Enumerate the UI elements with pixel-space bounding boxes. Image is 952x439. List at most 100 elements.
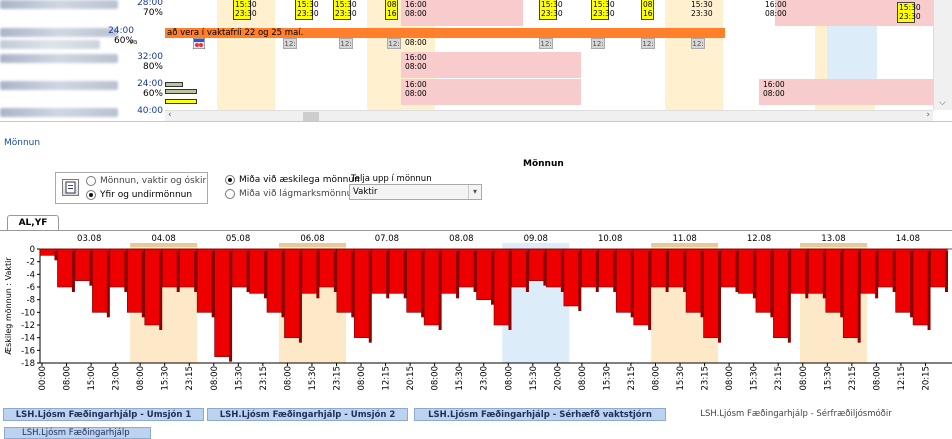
- staffing-bar: [92, 248, 110, 313]
- shift-cell[interactable]: 15:30 23:30: [539, 0, 563, 20]
- report-button[interactable]: [62, 179, 79, 196]
- x-tick-label: 08:00: [872, 366, 882, 391]
- staffing-bar-shadow: [491, 251, 494, 305]
- radio-dot[interactable]: [86, 176, 96, 186]
- staffing-bar: [825, 248, 843, 313]
- tab-alyf[interactable]: AL,YF: [7, 215, 59, 231]
- staffing-bar-shadow: [246, 251, 250, 292]
- employee-row[interactable]: 24:00 60% va: [0, 26, 165, 52]
- grey-tag[interactable]: 12:: [691, 38, 705, 49]
- shift-cell[interactable]: 15:30 23:30: [897, 2, 921, 23]
- tab-umsjon-2[interactable]: LSH.Ljósm Fæðingarhjálp - Umsjón 2: [207, 408, 408, 421]
- request-block[interactable]: [401, 52, 581, 78]
- staffing-bar-shadow: [683, 251, 687, 292]
- tab-serfraediljosmodir[interactable]: LSH.Ljósm Fæðingarhjálp - Sérfræðiljósmó…: [676, 408, 916, 421]
- x-tick-label: 12:15: [382, 366, 392, 391]
- shift-cell[interactable]: 15:30 23:30: [233, 0, 257, 20]
- staffing-bar-shadow: [648, 251, 652, 330]
- request-block[interactable]: [759, 79, 933, 105]
- staffing-bar-shadow: [892, 251, 896, 292]
- radio-yfir-undir[interactable]: Yfir og undirmönnun: [86, 190, 192, 200]
- horizontal-scrollbar[interactable]: ‹ ›: [165, 110, 933, 121]
- employee-row[interactable]: 40:00: [0, 106, 165, 121]
- staffing-bar-shadow: [176, 251, 180, 292]
- x-tick-label: 23:00: [480, 366, 490, 391]
- day-label: 12.08: [747, 234, 771, 244]
- note-bar[interactable]: að vera í vaktafríi 22 og 25 maí.: [165, 28, 725, 38]
- staffing-bar-shadow: [71, 251, 75, 292]
- tab-serhaefd-vaktstjorn[interactable]: LSH.Ljósm Fæðingarhjálp - Sérhæfð vaktst…: [414, 408, 666, 421]
- chevron-down-icon[interactable]: ▾: [468, 185, 481, 199]
- employee-row[interactable]: 24:00 60%: [0, 79, 165, 105]
- staffing-bar-shadow: [473, 251, 477, 292]
- staffing-bar: [912, 248, 931, 326]
- shift-cell-short[interactable]: 08 16: [385, 0, 398, 20]
- monnun-section-label[interactable]: Mönnun: [4, 138, 40, 148]
- radio-dot[interactable]: [225, 175, 235, 185]
- y-axis-label: Æskileg mönnun : Vaktir: [4, 257, 13, 355]
- radio-dot[interactable]: [86, 190, 96, 200]
- radio-label: Miða við lágmarksmönnun: [239, 189, 359, 199]
- grey-tag[interactable]: 12:: [339, 38, 353, 49]
- shift-grid[interactable]: 16:00 08:00 16:00 08:00 16:00 08:00 16:00 08…: [165, 0, 933, 110]
- scroll-thumb[interactable]: [303, 112, 319, 121]
- staffing-bar-shadow: [421, 251, 425, 318]
- staffing-bar: [441, 248, 459, 294]
- y-tick-label: -16: [21, 346, 35, 356]
- schedule-grid: 28:00 70% 24:00 60% va 32:00 80% 24:00 6…: [0, 0, 952, 122]
- x-tick-label: 23:15: [627, 366, 637, 391]
- staffing-bar-shadow: [333, 251, 337, 292]
- x-tick-label: 20:00: [553, 366, 563, 391]
- staffing-bar-shadow: [578, 251, 582, 311]
- tab-umsjon-1[interactable]: LSH.Ljósm Fæðingarhjálp - Umsjón 1: [3, 408, 204, 421]
- grey-tag[interactable]: 12:: [641, 38, 655, 49]
- scroll-left-icon[interactable]: ‹: [168, 110, 172, 120]
- grey-tag[interactable]: 12:: [387, 38, 401, 49]
- employee-name-blurred: [0, 28, 118, 37]
- x-tick-label: 08:00: [63, 366, 73, 391]
- staffing-bar: [755, 248, 774, 313]
- request-block[interactable]: [401, 79, 581, 105]
- staffing-bar: [738, 248, 756, 294]
- scroll-right-icon[interactable]: ›: [926, 110, 930, 120]
- shift-cell[interactable]: 15:30 23:30: [591, 0, 615, 20]
- scroll-down-icon[interactable]: ⌵: [939, 98, 946, 108]
- employee-name-blurred: [0, 54, 118, 63]
- tab-fadingarhjalp[interactable]: LSH.Ljósm Fæðingarhjálp: [4, 427, 151, 439]
- shift-cell[interactable]: 15:30 23:30: [295, 0, 319, 20]
- radio-monnun-vaktir[interactable]: Mönnun, vaktir og óskir: [86, 176, 206, 186]
- employee-row[interactable]: 32:00 80%: [0, 52, 165, 78]
- shift-cell[interactable]: 15:30 23:30: [333, 0, 357, 20]
- radio-lagmarks[interactable]: Miða við lágmarksmönnun: [225, 189, 358, 199]
- grey-tag[interactable]: 12:: [591, 38, 605, 49]
- staffing-bar: [161, 248, 180, 288]
- employee-percent: 60%: [142, 89, 163, 99]
- staffing-bar-shadow: [787, 251, 791, 343]
- staffing-bar: [231, 248, 250, 288]
- request-time: 16:00 08:00: [405, 80, 427, 98]
- y-tick-label: -4: [27, 270, 35, 280]
- employee-hours: 40:00: [137, 106, 163, 116]
- shift-cell-short[interactable]: 08 16: [641, 0, 654, 20]
- staffing-bar: [423, 248, 442, 326]
- display-options-box: Mönnun, vaktir og óskir Yfir og undirmön…: [55, 172, 208, 204]
- request-time: 16:00 08:00: [405, 0, 427, 18]
- radio-dot[interactable]: [225, 189, 235, 199]
- x-tick-label: 15:30: [750, 366, 760, 391]
- staffing-bar-shadow: [351, 251, 355, 318]
- vertical-scrollbar[interactable]: ⌵: [933, 0, 952, 110]
- request-time: 16:00 08:00: [763, 80, 785, 98]
- staffing-bar-shadow: [403, 251, 407, 299]
- staffing-bar: [196, 248, 215, 313]
- staffing-bar-shadow: [525, 251, 529, 292]
- staffing-options: Miða við æskilega mönnun Miða við lágmar…: [221, 172, 487, 204]
- staffing-bar: [57, 248, 75, 288]
- radio-aeskileg[interactable]: Miða við æskilega mönnun: [225, 175, 360, 185]
- x-tick-label: 23:15: [259, 366, 269, 391]
- telja-select[interactable]: Vaktir ▾: [349, 184, 482, 200]
- grey-tag[interactable]: 12:: [283, 38, 297, 49]
- day-label: 10.08: [598, 234, 622, 244]
- shift-text: 15:30 23:30: [691, 0, 713, 18]
- employee-row[interactable]: 28:00 70%: [0, 0, 165, 24]
- grey-tag[interactable]: 12:: [539, 38, 553, 49]
